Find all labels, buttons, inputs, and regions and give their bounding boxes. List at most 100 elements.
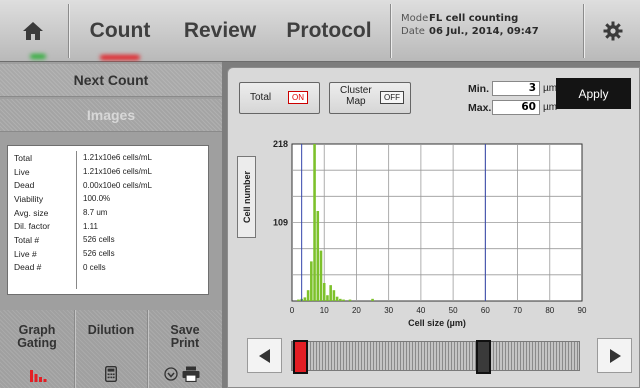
right-arrow-icon bbox=[609, 348, 621, 363]
y-tick-label: 109 bbox=[273, 218, 288, 228]
images-button[interactable]: Images bbox=[0, 99, 222, 132]
result-row: Live 1.21x10e6 cells/mL bbox=[14, 165, 202, 179]
settings-button[interactable] bbox=[585, 0, 640, 62]
date-label: Date bbox=[401, 26, 425, 37]
save-print-label: Save Print bbox=[170, 323, 200, 350]
histogram-bar bbox=[297, 299, 300, 301]
slider-track[interactable] bbox=[291, 340, 580, 374]
slider-left-button[interactable] bbox=[247, 338, 282, 373]
total-toggle[interactable]: Total ON bbox=[239, 82, 320, 114]
histogram-bar bbox=[306, 290, 310, 301]
next-count-label: Next Count bbox=[73, 72, 149, 88]
x-tick-label: 90 bbox=[578, 306, 587, 315]
dilution-label: Dilution bbox=[87, 323, 135, 337]
result-row: Dil. factor 1.11 bbox=[14, 219, 202, 233]
graph-gating-label: Graph Gating bbox=[17, 323, 57, 350]
result-row: Dead # 0 cells bbox=[14, 261, 202, 275]
min-handle[interactable] bbox=[293, 340, 309, 374]
mode-date-info: ModeFL cell counting Date 06 Jul., 2014, … bbox=[393, 0, 581, 62]
tab-review[interactable]: Review bbox=[170, 0, 270, 62]
histogram-bar bbox=[310, 261, 313, 301]
result-value: 526 cells bbox=[83, 249, 115, 259]
result-label: Dil. factor bbox=[14, 221, 50, 232]
histogram-bar bbox=[335, 296, 339, 301]
result-label: Avg. size bbox=[14, 207, 49, 218]
x-axis-label: Cell size (µm) bbox=[408, 318, 466, 328]
printer-icon bbox=[182, 366, 200, 382]
x-tick-label: 70 bbox=[513, 306, 522, 315]
min-size-input[interactable]: 3 bbox=[492, 81, 540, 96]
size-histogram: 0 10 20 30 40 50 60 70 80 90 109 218 Cell size (µm) bbox=[273, 139, 587, 328]
mode-value: FL cell counting bbox=[429, 13, 519, 24]
x-tick-label: 60 bbox=[481, 306, 490, 315]
result-row: Viability 100.0% bbox=[14, 192, 202, 206]
min-label: Min. bbox=[468, 83, 489, 95]
mode-label: Mode bbox=[401, 13, 429, 24]
result-value: 1.21x10e6 cells/mL bbox=[83, 153, 152, 163]
left-panel: Next Count Images Total 1.21x10e6 cells/m… bbox=[0, 62, 222, 388]
bar-chart-icon bbox=[30, 370, 47, 382]
result-value: 0 cells bbox=[83, 262, 106, 272]
histogram-bar bbox=[303, 297, 307, 301]
tab-protocol[interactable]: Protocol bbox=[270, 0, 388, 62]
results-panel: Total 1.21x10e6 cells/mL Live 1.21x10e6 ce… bbox=[7, 145, 209, 295]
histogram-bar bbox=[319, 250, 323, 301]
result-label: Viability bbox=[14, 193, 44, 204]
result-value: 8.7 um bbox=[83, 208, 108, 218]
dilution-button[interactable]: Dilution bbox=[75, 310, 147, 388]
max-size-input[interactable]: 60 bbox=[492, 100, 540, 115]
apply-button[interactable]: Apply bbox=[556, 78, 631, 109]
home-icon bbox=[23, 22, 43, 40]
save-icon bbox=[164, 367, 178, 381]
gear-icon bbox=[603, 21, 622, 41]
result-label: Dead bbox=[14, 180, 35, 191]
x-tick-label: 0 bbox=[290, 306, 295, 315]
result-label: Live # bbox=[14, 248, 37, 259]
result-value: 1.21x10e6 cells/mL bbox=[83, 167, 152, 177]
result-row: Live # 526 cells bbox=[14, 247, 202, 261]
x-tick-label: 80 bbox=[545, 306, 554, 315]
x-tick-label: 40 bbox=[416, 306, 425, 315]
result-row: Avg. size 8.7 um bbox=[14, 206, 202, 220]
x-tick-label: 50 bbox=[449, 306, 458, 315]
histogram-bar bbox=[348, 299, 352, 301]
histogram-bar bbox=[371, 298, 374, 301]
result-value: 1.11 bbox=[83, 221, 98, 231]
home-button[interactable] bbox=[0, 0, 66, 62]
max-label: Max. bbox=[468, 102, 492, 114]
tab-count[interactable]: Count bbox=[70, 0, 170, 62]
total-label: Total bbox=[250, 92, 272, 103]
cluster-map-toggle[interactable]: Cluster Map OFF bbox=[329, 82, 411, 114]
histogram-bar bbox=[322, 282, 326, 301]
left-arrow-icon bbox=[258, 348, 270, 363]
bottom-button-bar: Graph Gating Dilution Save Print bbox=[0, 310, 222, 388]
x-tick-label: 20 bbox=[352, 306, 361, 315]
result-value: 526 cells bbox=[83, 235, 115, 245]
max-handle[interactable] bbox=[475, 340, 491, 374]
result-value: 100.0% bbox=[83, 194, 111, 204]
graph-gating-button[interactable]: Graph Gating bbox=[0, 310, 74, 388]
result-row: Total 1.21x10e6 cells/mL bbox=[14, 151, 202, 165]
result-value: 0.00x10e0 cells/mL bbox=[83, 180, 152, 190]
active-tab-indicator bbox=[100, 55, 140, 60]
y-axis-label-box: Cell number bbox=[237, 156, 256, 238]
histogram-bar bbox=[313, 144, 316, 301]
result-row: Dead 0.00x10e0 cells/mL bbox=[14, 178, 202, 192]
calculator-icon bbox=[105, 366, 117, 382]
histogram-bar bbox=[329, 285, 332, 301]
tab-review-label: Review bbox=[183, 19, 257, 42]
histogram-bar bbox=[316, 210, 320, 301]
slider-right-button[interactable] bbox=[597, 338, 632, 373]
result-row: Total # 526 cells bbox=[14, 233, 202, 247]
next-count-button[interactable]: Next Count bbox=[0, 64, 222, 97]
result-label: Live bbox=[14, 166, 30, 177]
y-axis-label: Cell number bbox=[241, 170, 252, 224]
apply-label: Apply bbox=[578, 86, 609, 101]
total-state: ON bbox=[288, 91, 308, 104]
histogram-bar bbox=[326, 295, 329, 301]
cluster-map-state: OFF bbox=[380, 91, 404, 104]
date-value: 06 Jul., 2014, 09:47 bbox=[429, 26, 539, 37]
tab-protocol-label: Protocol bbox=[286, 19, 372, 42]
save-print-button[interactable]: Save Print bbox=[148, 310, 222, 388]
histogram-bar bbox=[332, 290, 336, 301]
